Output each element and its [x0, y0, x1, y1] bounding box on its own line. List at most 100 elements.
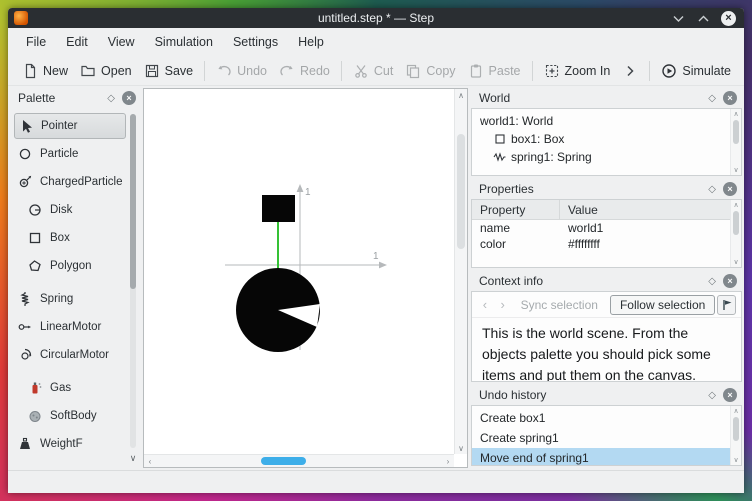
app-icon — [14, 11, 28, 25]
scroll-down-arrow[interactable]: ∨ — [455, 442, 467, 454]
desktop-wallpaper: untitled.step * — Step × File Edit View … — [0, 0, 752, 501]
canvas-vertical-scrollbar[interactable]: ∧ ∨ — [454, 89, 467, 454]
close-panel-button[interactable]: × — [723, 182, 737, 196]
undo-button[interactable]: Undo — [210, 60, 273, 82]
scrollbar-thumb[interactable] — [733, 211, 739, 235]
scroll-up-arrow[interactable]: ∧ — [455, 89, 467, 101]
titlebar[interactable]: untitled.step * — Step × — [8, 8, 744, 28]
close-button[interactable]: × — [721, 10, 736, 26]
scroll-up-arrow[interactable]: ∧ — [731, 109, 741, 119]
undo-item-move-end-of-spring1[interactable]: Move end of spring1 — [472, 448, 741, 465]
undo-history-scrollbar[interactable]: ∧ ∨ — [730, 406, 741, 465]
paste-button-label: Paste — [488, 63, 521, 78]
scroll-down-arrow[interactable]: ∨ — [128, 453, 138, 464]
close-panel-button[interactable]: × — [723, 388, 737, 402]
world-scrollbar[interactable]: ∧ ∨ — [730, 109, 741, 175]
toolbar-separator — [531, 60, 533, 81]
box1-shape[interactable] — [262, 195, 295, 222]
new-button-label: New — [43, 63, 69, 78]
menu-edit[interactable]: Edit — [56, 28, 98, 56]
float-panel-icon[interactable]: ◇ — [708, 184, 716, 195]
toolbar-overflow-button[interactable] — [616, 60, 644, 82]
pointer-icon — [17, 118, 35, 134]
scrollbar-thumb[interactable] — [261, 457, 306, 465]
palette-item-box[interactable]: Box — [14, 225, 126, 251]
palette-item-polygon[interactable]: Polygon — [14, 253, 126, 279]
palette-scrollbar[interactable]: ∨ — [128, 114, 138, 464]
disk-shape[interactable] — [236, 268, 320, 352]
palette-item-gas[interactable]: Gas — [14, 375, 126, 401]
new-button[interactable]: New — [16, 60, 74, 82]
palette-item-weightforce[interactable]: WeightF — [14, 431, 126, 457]
menu-help[interactable]: Help — [288, 28, 334, 56]
back-button[interactable]: ‹ — [477, 297, 493, 312]
y-axis-unit-label: 1 — [305, 187, 311, 198]
palette-item-chargedparticle[interactable]: ChargedParticle — [14, 169, 126, 195]
scene-canvas-area[interactable]: 1 1 ∧ ∨ ‹ › — [143, 88, 468, 468]
simulate-button[interactable]: Simulate — [655, 60, 737, 82]
tree-item-box1[interactable]: box1: Box — [472, 130, 741, 148]
palette-item-softbody[interactable]: SoftBody — [14, 403, 126, 429]
undo-button-label: Undo — [237, 63, 267, 78]
properties-scrollbar[interactable]: ∧ ∨ — [730, 200, 741, 267]
scroll-down-arrow[interactable]: ∨ — [731, 455, 741, 465]
menu-settings[interactable]: Settings — [223, 28, 288, 56]
palette-item-circularmotor[interactable]: CircularMotor — [14, 342, 126, 368]
palette-item-spring[interactable]: Spring — [14, 286, 126, 312]
scroll-down-arrow[interactable]: ∨ — [731, 257, 741, 267]
properties-panel-header: Properties ◇ × — [471, 179, 742, 199]
follow-selection-button[interactable]: Follow selection — [609, 294, 716, 315]
simulate-dropdown-button[interactable] — [737, 60, 744, 82]
float-panel-icon[interactable]: ◇ — [107, 93, 115, 104]
context-extra-button[interactable] — [717, 294, 737, 315]
scrollbar-thumb[interactable] — [130, 114, 136, 289]
canvas-horizontal-scrollbar[interactable]: ‹ › — [144, 454, 454, 467]
maximize-button[interactable] — [696, 11, 711, 26]
save-button[interactable]: Save — [138, 60, 200, 82]
scroll-up-arrow[interactable]: ∧ — [731, 200, 741, 210]
column-header-property[interactable]: Property — [472, 200, 560, 219]
close-panel-button[interactable]: × — [723, 91, 737, 105]
scrollbar-thumb[interactable] — [733, 417, 739, 441]
zoom-in-button[interactable]: Zoom In — [538, 60, 617, 82]
property-row-name[interactable]: name world1 — [472, 220, 741, 236]
cut-button[interactable]: Cut — [347, 60, 399, 82]
flag-icon — [722, 299, 732, 310]
undo-item-create-box1[interactable]: Create box1 — [472, 408, 741, 428]
tree-item-world1[interactable]: world1: World — [472, 112, 741, 130]
scroll-left-arrow[interactable]: ‹ — [144, 455, 156, 467]
close-panel-button[interactable]: × — [723, 274, 737, 288]
menu-simulation[interactable]: Simulation — [145, 28, 223, 56]
scrollbar-thumb[interactable] — [733, 120, 739, 144]
palette-item-linearmotor[interactable]: LinearMotor — [14, 314, 126, 340]
undo-item-create-spring1[interactable]: Create spring1 — [472, 428, 741, 448]
charged-particle-icon — [16, 174, 34, 190]
tree-item-spring1[interactable]: spring1: Spring — [472, 148, 741, 166]
world-tree: world1: World box1: Box spring1: Spring — [471, 108, 742, 176]
sync-selection-button[interactable]: Sync selection — [513, 296, 606, 314]
palette-item-pointer[interactable]: Pointer — [14, 113, 126, 139]
scroll-up-arrow[interactable]: ∧ — [731, 406, 741, 416]
simulation-canvas[interactable]: 1 1 — [144, 89, 454, 454]
open-button[interactable]: Open — [74, 60, 138, 82]
float-panel-icon[interactable]: ◇ — [708, 276, 716, 287]
palette-item-particle[interactable]: Particle — [14, 141, 126, 167]
menu-view[interactable]: View — [98, 28, 145, 56]
palette-item-disk[interactable]: Disk — [14, 197, 126, 223]
menu-file[interactable]: File — [16, 28, 56, 56]
scrollbar-thumb[interactable] — [457, 134, 465, 249]
scroll-down-arrow[interactable]: ∨ — [731, 165, 741, 175]
forward-button[interactable]: › — [495, 297, 511, 312]
copy-button[interactable]: Copy — [399, 60, 461, 82]
float-panel-icon[interactable]: ◇ — [708, 390, 716, 401]
paste-button[interactable]: Paste — [462, 60, 527, 82]
minimize-button[interactable] — [671, 11, 686, 26]
redo-button[interactable]: Redo — [273, 60, 336, 82]
close-panel-button[interactable]: × — [122, 91, 136, 105]
panel-title: Palette — [18, 91, 56, 105]
tree-item-label: spring1: Spring — [511, 150, 592, 164]
column-header-value[interactable]: Value — [560, 200, 606, 219]
float-panel-icon[interactable]: ◇ — [708, 93, 716, 104]
scroll-right-arrow[interactable]: › — [442, 455, 454, 467]
property-row-color[interactable]: color #ffffffff — [472, 236, 741, 252]
